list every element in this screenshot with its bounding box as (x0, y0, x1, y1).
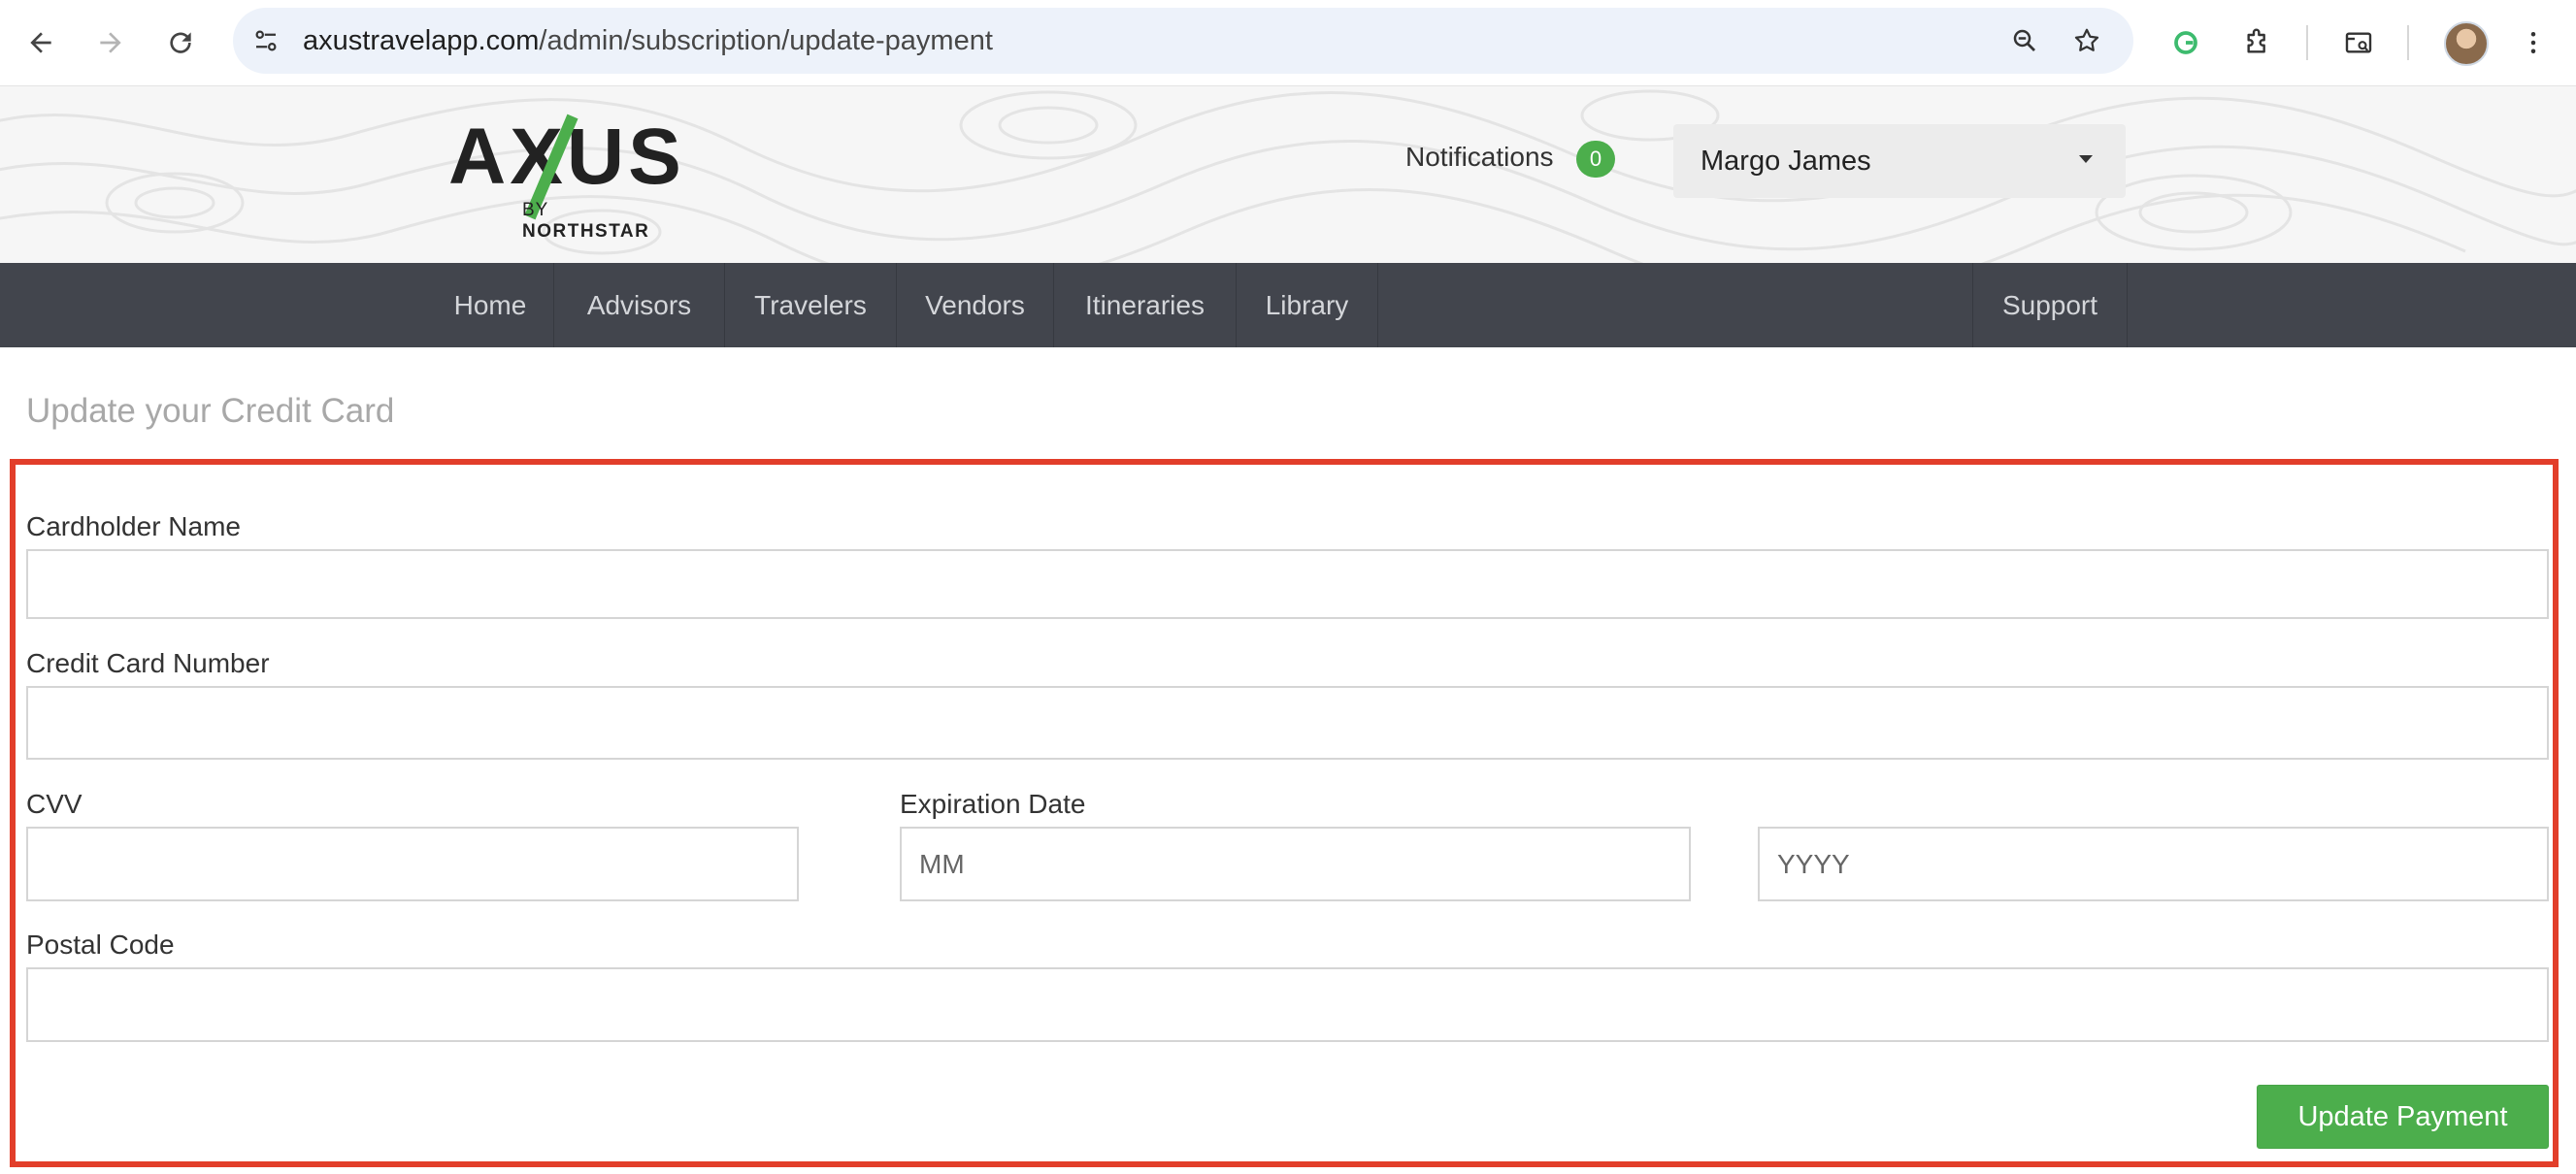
postal-code-label: Postal Code (26, 929, 175, 960)
nav-item-itineraries[interactable]: Itineraries (1054, 263, 1237, 347)
profile-avatar[interactable] (2444, 21, 2489, 66)
logo-by-text: BY (522, 200, 549, 220)
bookmark-star-icon[interactable] (2067, 21, 2106, 60)
postal-code-input[interactable] (26, 967, 2549, 1042)
site-header (0, 86, 2576, 263)
nav-item-advisors[interactable]: Advisors (554, 263, 725, 347)
nav-item-support[interactable]: Support (1972, 263, 2128, 347)
tab-search-icon[interactable] (2335, 19, 2382, 66)
expiration-month-input[interactable] (900, 827, 1691, 901)
menu-kebab-icon[interactable] (2510, 19, 2557, 66)
browser-toolbar: axustravelapp.com/admin/subscription/upd… (0, 0, 2576, 86)
cvv-label: CVV (26, 789, 83, 819)
logo-tagline: BY NORTHSTAR (522, 200, 677, 243)
nav-item-home[interactable]: Home (427, 263, 554, 347)
toolbar-divider (2407, 25, 2409, 60)
cvv-input[interactable] (26, 827, 799, 901)
credit-card-number-label: Credit Card Number (26, 648, 270, 678)
main-navigation: Home Advisors Travelers Vendors Itinerar… (0, 263, 2576, 347)
reload-button[interactable] (157, 19, 204, 66)
notifications-link[interactable]: Notifications (1405, 136, 1554, 179)
forward-arrow-icon (100, 32, 121, 53)
axus-logo[interactable]: AXUS BY NORTHSTAR (448, 111, 681, 242)
url-host: axustravelapp.com (303, 25, 540, 56)
address-bar[interactable]: axustravelapp.com/admin/subscription/upd… (233, 8, 2133, 74)
back-arrow-icon (30, 32, 51, 53)
expiration-year-input[interactable] (1758, 827, 2549, 901)
grammarly-extension-icon[interactable] (2163, 19, 2209, 66)
user-menu-dropdown[interactable]: Margo James (1673, 124, 2126, 198)
topographic-background-pattern (0, 89, 2576, 263)
back-button[interactable] (17, 19, 64, 66)
nav-item-library[interactable]: Library (1237, 263, 1378, 347)
forward-button[interactable] (87, 19, 134, 66)
expiration-date-label: Expiration Date (900, 789, 1086, 819)
credit-card-number-input[interactable] (26, 686, 2549, 760)
extensions-puzzle-icon[interactable] (2234, 19, 2281, 66)
logo-brand-text: NORTHSTAR (522, 221, 650, 242)
user-name: Margo James (1701, 146, 1871, 177)
zoom-icon[interactable] (2005, 21, 2044, 60)
url-path: /admin/subscription/update-payment (539, 25, 993, 56)
nav-item-vendors[interactable]: Vendors (897, 263, 1054, 347)
cardholder-name-input[interactable] (26, 549, 2549, 619)
site-settings-icon[interactable] (247, 21, 285, 60)
page-title: Update your Credit Card (26, 392, 395, 430)
cardholder-name-label: Cardholder Name (26, 511, 241, 541)
toolbar-divider (2306, 25, 2308, 60)
url-text: axustravelapp.com/admin/subscription/upd… (303, 8, 993, 74)
update-payment-button[interactable]: Update Payment (2257, 1085, 2549, 1149)
nav-item-travelers[interactable]: Travelers (725, 263, 897, 347)
reload-icon (170, 32, 191, 53)
caret-down-icon (2079, 155, 2093, 163)
notifications-count-badge[interactable]: 0 (1576, 141, 1615, 178)
